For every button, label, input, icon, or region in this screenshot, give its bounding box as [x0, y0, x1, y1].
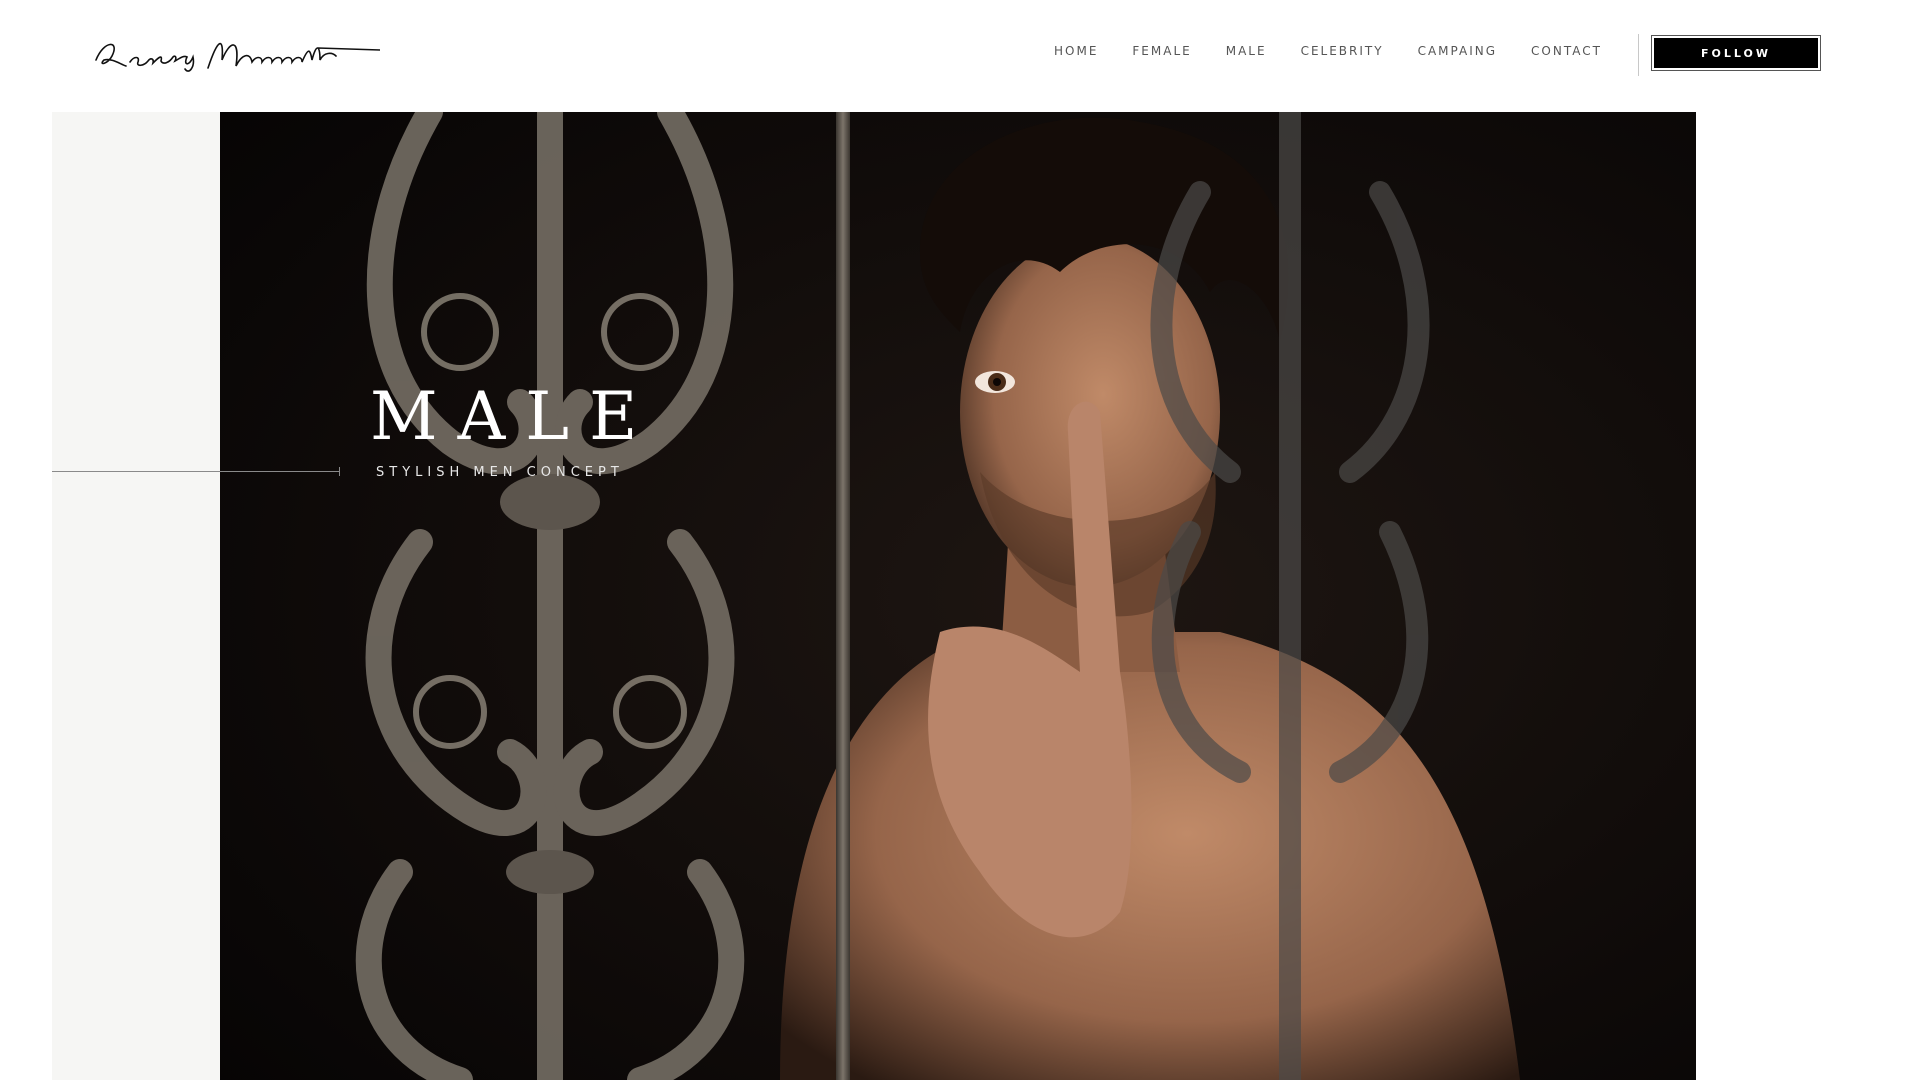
page: HOME FEMALE MALE CELEBRITY CAMPAING CONT…	[0, 0, 1920, 1080]
hero-photo	[220, 112, 1696, 1080]
side-panel	[52, 112, 220, 1080]
hero-subtitle: STYLISH MEN CONCEPT	[376, 465, 624, 480]
nav-item-female[interactable]: FEMALE	[1132, 44, 1191, 58]
nav-item-contact[interactable]: CONTACT	[1531, 44, 1602, 58]
nav-item-male[interactable]: MALE	[1226, 44, 1267, 58]
hero-title: MALE	[370, 378, 658, 455]
accent-tick	[339, 467, 340, 476]
logo-signature[interactable]	[90, 30, 380, 80]
accent-line	[52, 471, 340, 472]
follow-button[interactable]: FOLLOW	[1651, 35, 1821, 71]
nav-item-home[interactable]: HOME	[1054, 44, 1098, 58]
hero-image: MALE STYLISH MEN CONCEPT	[220, 112, 1696, 1080]
nav-divider	[1638, 34, 1639, 76]
nav-item-campaing[interactable]: CAMPAING	[1418, 44, 1497, 58]
main-nav: HOME FEMALE MALE CELEBRITY CAMPAING CONT…	[1054, 44, 1636, 58]
nav-item-celebrity[interactable]: CELEBRITY	[1301, 44, 1384, 58]
